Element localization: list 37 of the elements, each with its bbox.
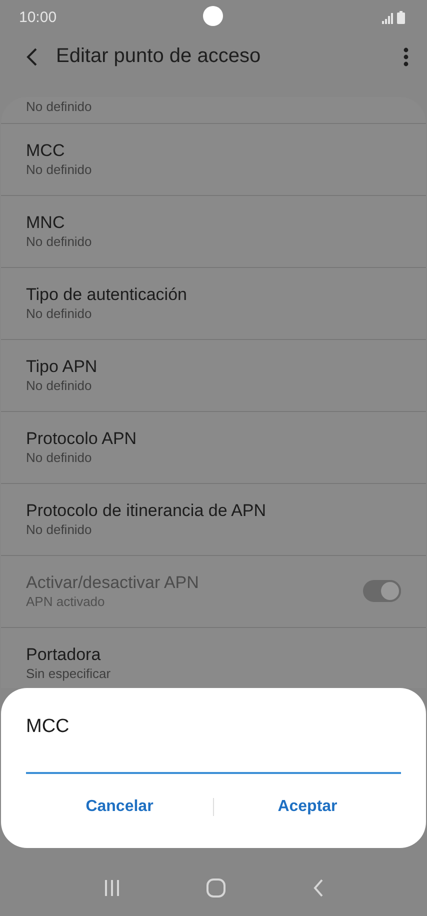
page-title: Editar punto de acceso xyxy=(56,45,261,68)
chevron-left-icon xyxy=(312,878,324,898)
dialog-title: MCC xyxy=(26,716,70,738)
setting-title: Protocolo APN xyxy=(26,428,137,450)
setting-title: Tipo APN xyxy=(26,356,98,378)
setting-row[interactable]: Tipo APN No definido xyxy=(1,340,426,412)
setting-value: No definido xyxy=(26,234,92,250)
setting-title: Portadora xyxy=(26,644,102,666)
setting-title: Protocolo de itinerancia de APN xyxy=(26,500,266,522)
status-time: 10:00 xyxy=(19,9,57,26)
more-icon xyxy=(403,46,409,66)
setting-row[interactable]: Tipo de autenticación No definido xyxy=(1,268,426,340)
setting-value: No definido xyxy=(26,522,93,538)
setting-title: MCC xyxy=(26,140,66,162)
setting-title: Activar/desactivar APN xyxy=(26,572,199,594)
setting-row[interactable]: Protocolo APN No definido xyxy=(1,412,426,484)
cancel-button[interactable]: Cancelar xyxy=(26,792,213,822)
accept-button[interactable]: Aceptar xyxy=(214,792,401,822)
chevron-left-icon xyxy=(26,46,38,66)
signal-icon xyxy=(382,13,393,24)
three-lines-icon xyxy=(102,879,121,897)
setting-row[interactable]: No definido xyxy=(1,97,426,124)
setting-value: No definido xyxy=(26,99,92,115)
rounded-square-icon xyxy=(206,878,226,898)
setting-title: Tipo de autenticación xyxy=(26,284,187,306)
battery-icon xyxy=(397,11,405,24)
setting-value: APN activado xyxy=(26,594,106,610)
setting-value: No definido xyxy=(26,450,93,466)
setting-title: MNC xyxy=(26,212,66,234)
setting-value: No definido xyxy=(26,162,92,178)
camera-cutout xyxy=(203,6,223,26)
setting-row[interactable]: Protocolo de itinerancia de APN No definido xyxy=(1,484,426,556)
setting-value: No definido xyxy=(26,306,93,322)
setting-row[interactable]: MCC No definido xyxy=(1,124,426,196)
setting-value: Sin especificar xyxy=(26,666,111,682)
setting-value: No definido xyxy=(26,378,93,394)
setting-row[interactable]: MNC No definido xyxy=(1,196,426,268)
